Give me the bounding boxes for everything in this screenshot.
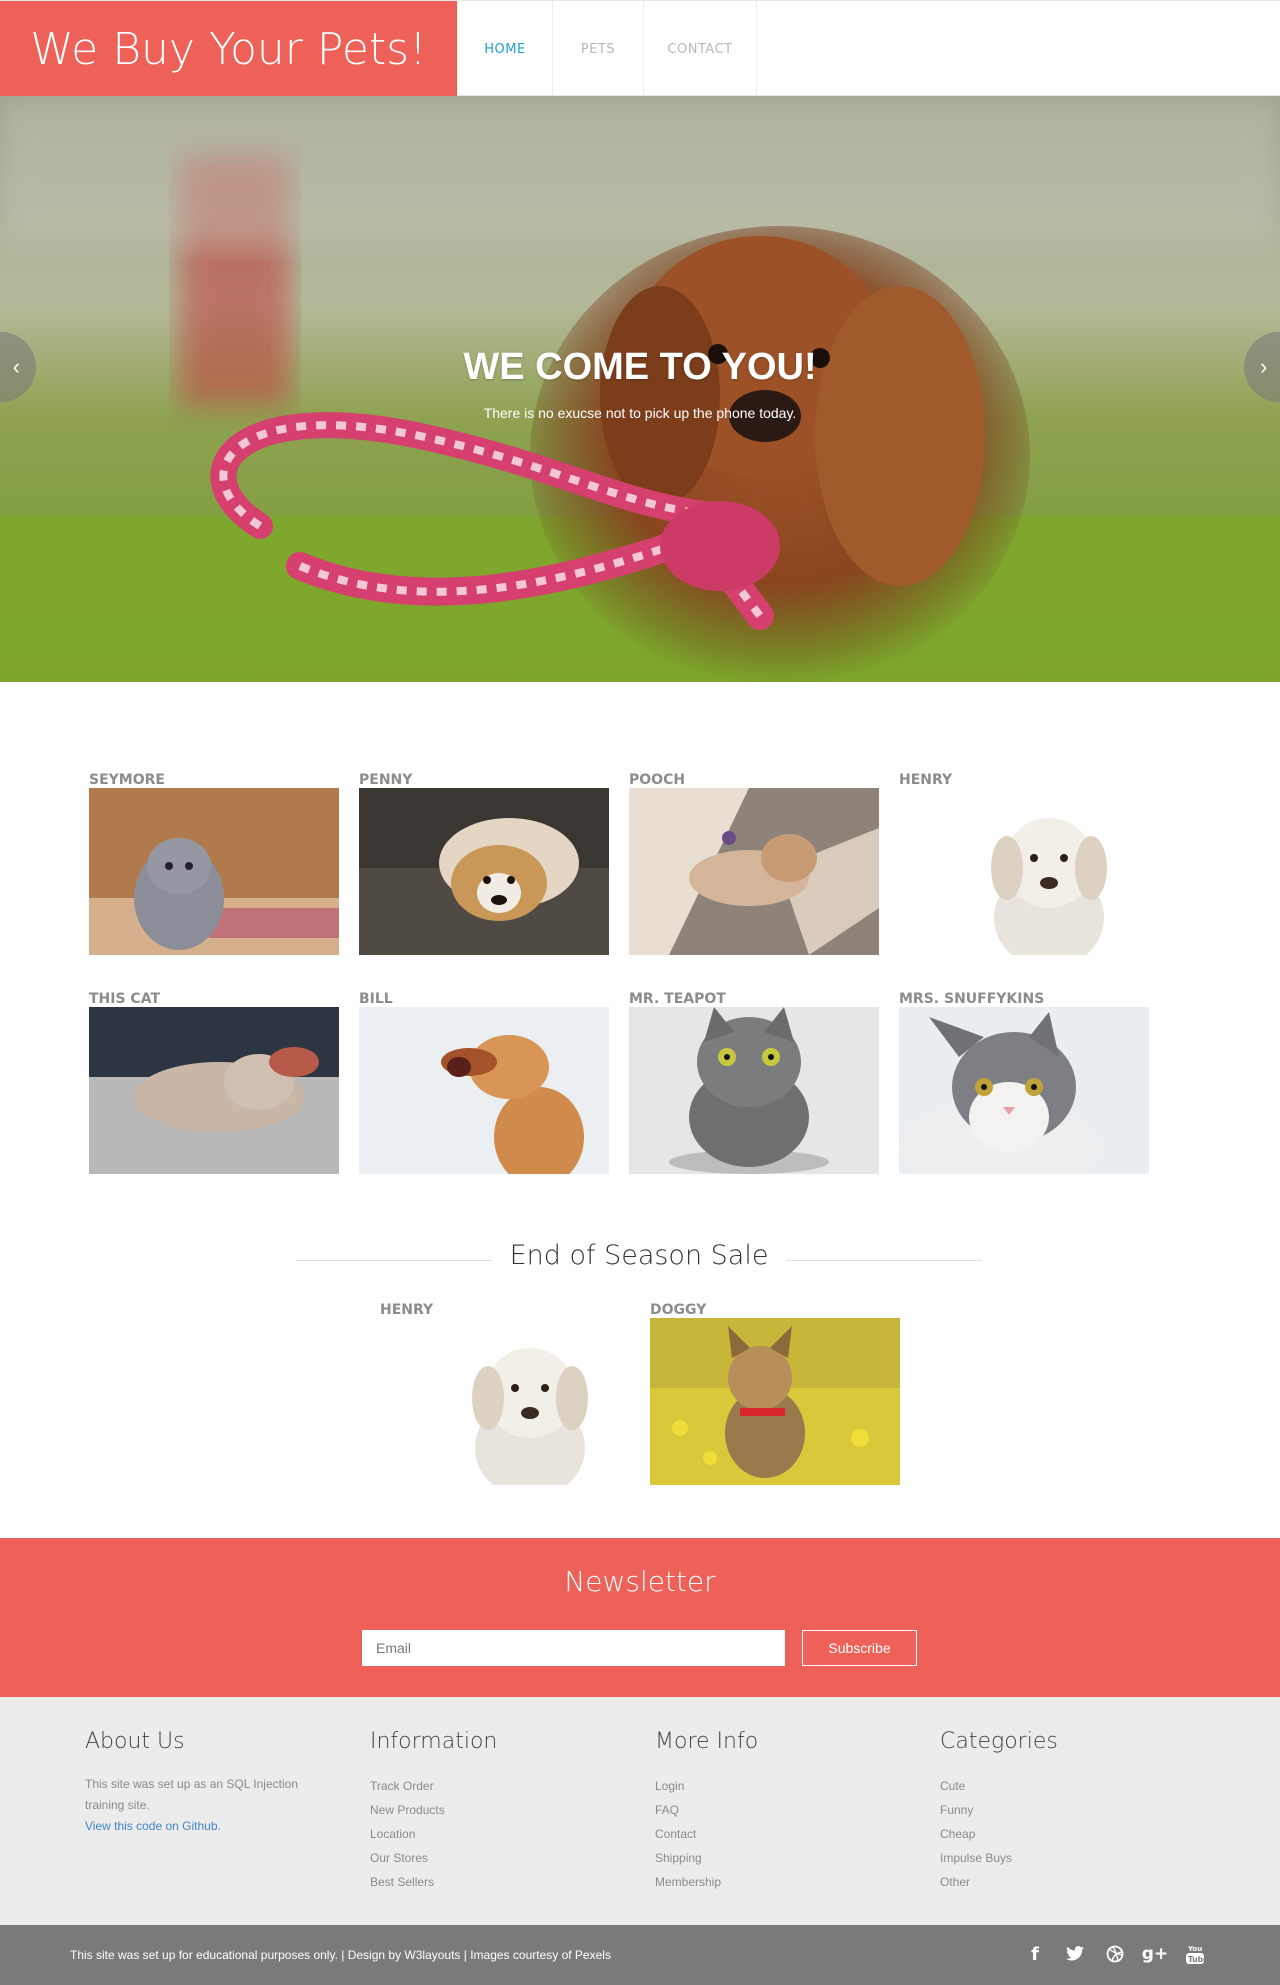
chevron-left-icon: ‹ — [12, 354, 20, 379]
pet-name: SEYMORE — [89, 772, 165, 788]
chevron-right-icon: › — [1260, 354, 1268, 379]
footer-heading: More Info — [655, 1729, 759, 1754]
pet-name: BILL — [359, 991, 393, 1007]
pet-card[interactable]: MR. TEAPOT — [629, 991, 880, 1174]
footer-link[interactable]: Best Sellers — [370, 1870, 610, 1894]
footer-link[interactable]: Contact — [655, 1822, 895, 1846]
footer-link[interactable]: Cute — [940, 1774, 1180, 1798]
pet-name: MRS. SNUFFYKINS — [899, 991, 1045, 1007]
footer: About Us This site was set up as an SQL … — [0, 1697, 1280, 1925]
pet-image[interactable] — [359, 788, 609, 955]
subscribe-button[interactable]: Subscribe — [802, 1630, 917, 1666]
footer-link[interactable]: Funny — [940, 1798, 1180, 1822]
sale-heading: End of Season Sale — [296, 1240, 982, 1280]
sale-pet-card[interactable]: DOGGY — [650, 1302, 901, 1485]
github-link[interactable]: View this code on Github. — [85, 1816, 325, 1837]
svg-text:Tube: Tube — [1188, 1955, 1205, 1964]
youtube-icon[interactable]: You Tube — [1184, 1937, 1206, 1971]
footer-categories: Categories Cute Funny Cheap Impulse Buys… — [940, 1729, 1180, 1894]
pet-card[interactable]: BILL — [359, 991, 610, 1174]
pet-card[interactable]: PENNY — [359, 772, 610, 955]
sale-title: End of Season Sale — [491, 1240, 787, 1271]
footer-link[interactable]: Impulse Buys — [940, 1846, 1180, 1870]
nav-item-home[interactable]: HOME — [457, 1, 552, 97]
pet-name: THIS CAT — [89, 991, 161, 1007]
nav-item-pets[interactable]: PETS — [552, 1, 643, 97]
copyright-text: This site was set up for educational pur… — [70, 1948, 611, 1962]
site-logo[interactable]: We Buy Your Pets! — [0, 1, 457, 97]
footer-link[interactable]: Login — [655, 1774, 895, 1798]
hero-image — [0, 96, 1280, 682]
social-links: f g+ You Tube — [1024, 1937, 1206, 1971]
pet-name: PENNY — [359, 772, 413, 788]
about-text: This site was set up as an SQL Injection… — [85, 1777, 298, 1812]
pet-card[interactable]: SEYMORE — [89, 772, 340, 955]
footer-link[interactable]: Other — [940, 1870, 1180, 1894]
site-header: We Buy Your Pets! HOME PETS CONTACT — [0, 0, 1280, 97]
footer-about: About Us This site was set up as an SQL … — [85, 1729, 325, 1837]
footer-link[interactable]: Track Order — [370, 1774, 610, 1798]
footer-heading: About Us — [85, 1729, 185, 1754]
pet-image[interactable] — [899, 788, 1149, 955]
facebook-icon[interactable]: f — [1024, 1937, 1046, 1971]
footer-heading: Information — [370, 1729, 498, 1754]
pet-image[interactable] — [629, 788, 879, 955]
footer-link[interactable]: Our Stores — [370, 1846, 610, 1870]
newsletter-title: Newsletter — [564, 1565, 716, 1598]
footer-heading: Categories — [940, 1729, 1058, 1754]
pet-name: MR. TEAPOT — [629, 991, 726, 1007]
svg-text:You: You — [1187, 1945, 1202, 1953]
main-nav: HOME PETS CONTACT — [457, 1, 757, 97]
footer-link[interactable]: FAQ — [655, 1798, 895, 1822]
footer-information: Information Track Order New Products Loc… — [370, 1729, 610, 1894]
pet-name: POOCH — [629, 772, 686, 788]
bottom-bar: This site was set up for educational pur… — [0, 1925, 1280, 1985]
pet-card[interactable]: HENRY — [899, 772, 1150, 955]
email-field[interactable] — [362, 1630, 785, 1666]
pet-image[interactable] — [380, 1318, 630, 1485]
footer-link[interactable]: Cheap — [940, 1822, 1180, 1846]
nav-item-contact[interactable]: CONTACT — [643, 1, 757, 97]
footer-link[interactable]: New Products — [370, 1798, 610, 1822]
pet-image[interactable] — [359, 1007, 609, 1174]
pet-name: HENRY — [380, 1302, 434, 1318]
pet-image[interactable] — [899, 1007, 1149, 1174]
pet-card[interactable]: MRS. SNUFFYKINS — [899, 991, 1150, 1174]
pet-card[interactable]: POOCH — [629, 772, 880, 955]
footer-link[interactable]: Shipping — [655, 1846, 895, 1870]
pet-image[interactable] — [650, 1318, 900, 1485]
footer-more-info: More Info Login FAQ Contact Shipping Mem… — [655, 1729, 895, 1894]
hero-subtitle: There is no exucse not to pick up the ph… — [483, 405, 797, 421]
google-plus-icon[interactable]: g+ — [1142, 1937, 1168, 1971]
footer-link[interactable]: Location — [370, 1822, 610, 1846]
pet-name: DOGGY — [650, 1302, 707, 1318]
pet-image[interactable] — [89, 1007, 339, 1174]
pet-name: HENRY — [899, 772, 953, 788]
sale-pet-card[interactable]: HENRY — [380, 1302, 631, 1485]
pet-card[interactable]: THIS CAT — [89, 991, 340, 1174]
pet-image[interactable] — [629, 1007, 879, 1174]
newsletter-section: Newsletter Subscribe — [0, 1538, 1280, 1697]
hero-slider: WE COME TO YOU! There is no exucse not t… — [0, 96, 1280, 682]
hero-title: WE COME TO YOU! — [463, 346, 817, 388]
twitter-icon[interactable] — [1064, 1937, 1086, 1971]
pet-image[interactable] — [89, 788, 339, 955]
dribbble-icon[interactable] — [1104, 1937, 1126, 1971]
footer-link[interactable]: Membership — [655, 1870, 895, 1894]
